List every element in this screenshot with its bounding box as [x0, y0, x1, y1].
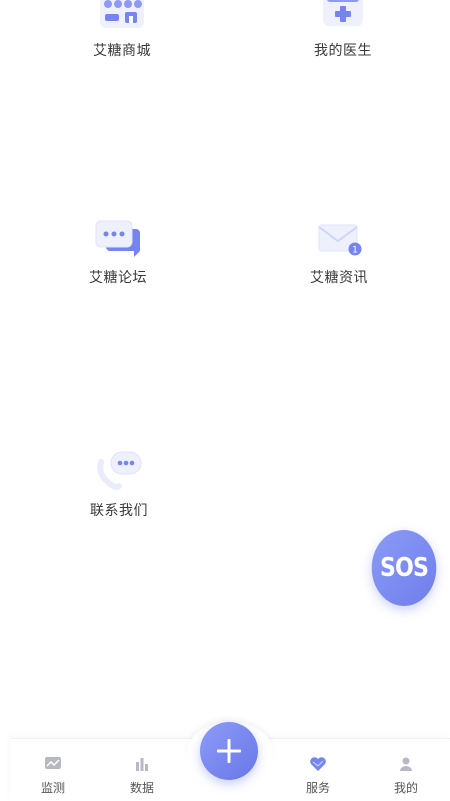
- store-icon: [100, 0, 144, 28]
- grid-item-label: 我的医生: [314, 43, 372, 59]
- monitor-icon: [45, 757, 61, 769]
- user-icon: [400, 757, 412, 771]
- news-badge: 1: [352, 246, 358, 256]
- sos-button[interactable]: SOS: [371, 530, 437, 606]
- tab-monitor[interactable]: 监测: [23, 756, 83, 796]
- heart-icon: [310, 757, 326, 771]
- tab-label: 数据: [129, 781, 154, 795]
- chat-bubble-icon: [95, 220, 140, 257]
- phone-chat-icon: [97, 451, 142, 490]
- bar-chart-icon: [136, 758, 148, 771]
- grid-item-label: 艾糖论坛: [89, 270, 147, 286]
- tab-service[interactable]: 服务: [288, 756, 348, 796]
- grid-item-contact[interactable]: 联系我们: [54, 448, 184, 520]
- tab-label: 监测: [40, 781, 65, 795]
- tab-data[interactable]: 数据: [112, 756, 172, 796]
- grid-item-doctor[interactable]: 我的医生: [278, 0, 408, 60]
- tab-label: 我的: [393, 781, 418, 795]
- grid-item-forum[interactable]: 艾糖论坛: [53, 215, 183, 287]
- grid-item-label: 联系我们: [90, 503, 148, 519]
- add-button[interactable]: [200, 722, 258, 780]
- tab-label: 服务: [305, 781, 330, 795]
- grid-item-mall[interactable]: 艾糖商城: [57, 0, 187, 60]
- tab-mine[interactable]: 我的: [376, 756, 436, 796]
- grid-item-news[interactable]: 1 艾糖资讯: [274, 215, 404, 287]
- grid-item-label: 艾糖商城: [93, 43, 151, 59]
- mail-icon: 1: [318, 224, 362, 256]
- sos-label: SOS: [379, 553, 429, 583]
- medical-kit-icon: [323, 0, 363, 26]
- grid-item-label: 艾糖资讯: [310, 270, 368, 286]
- plus-icon: [217, 739, 241, 763]
